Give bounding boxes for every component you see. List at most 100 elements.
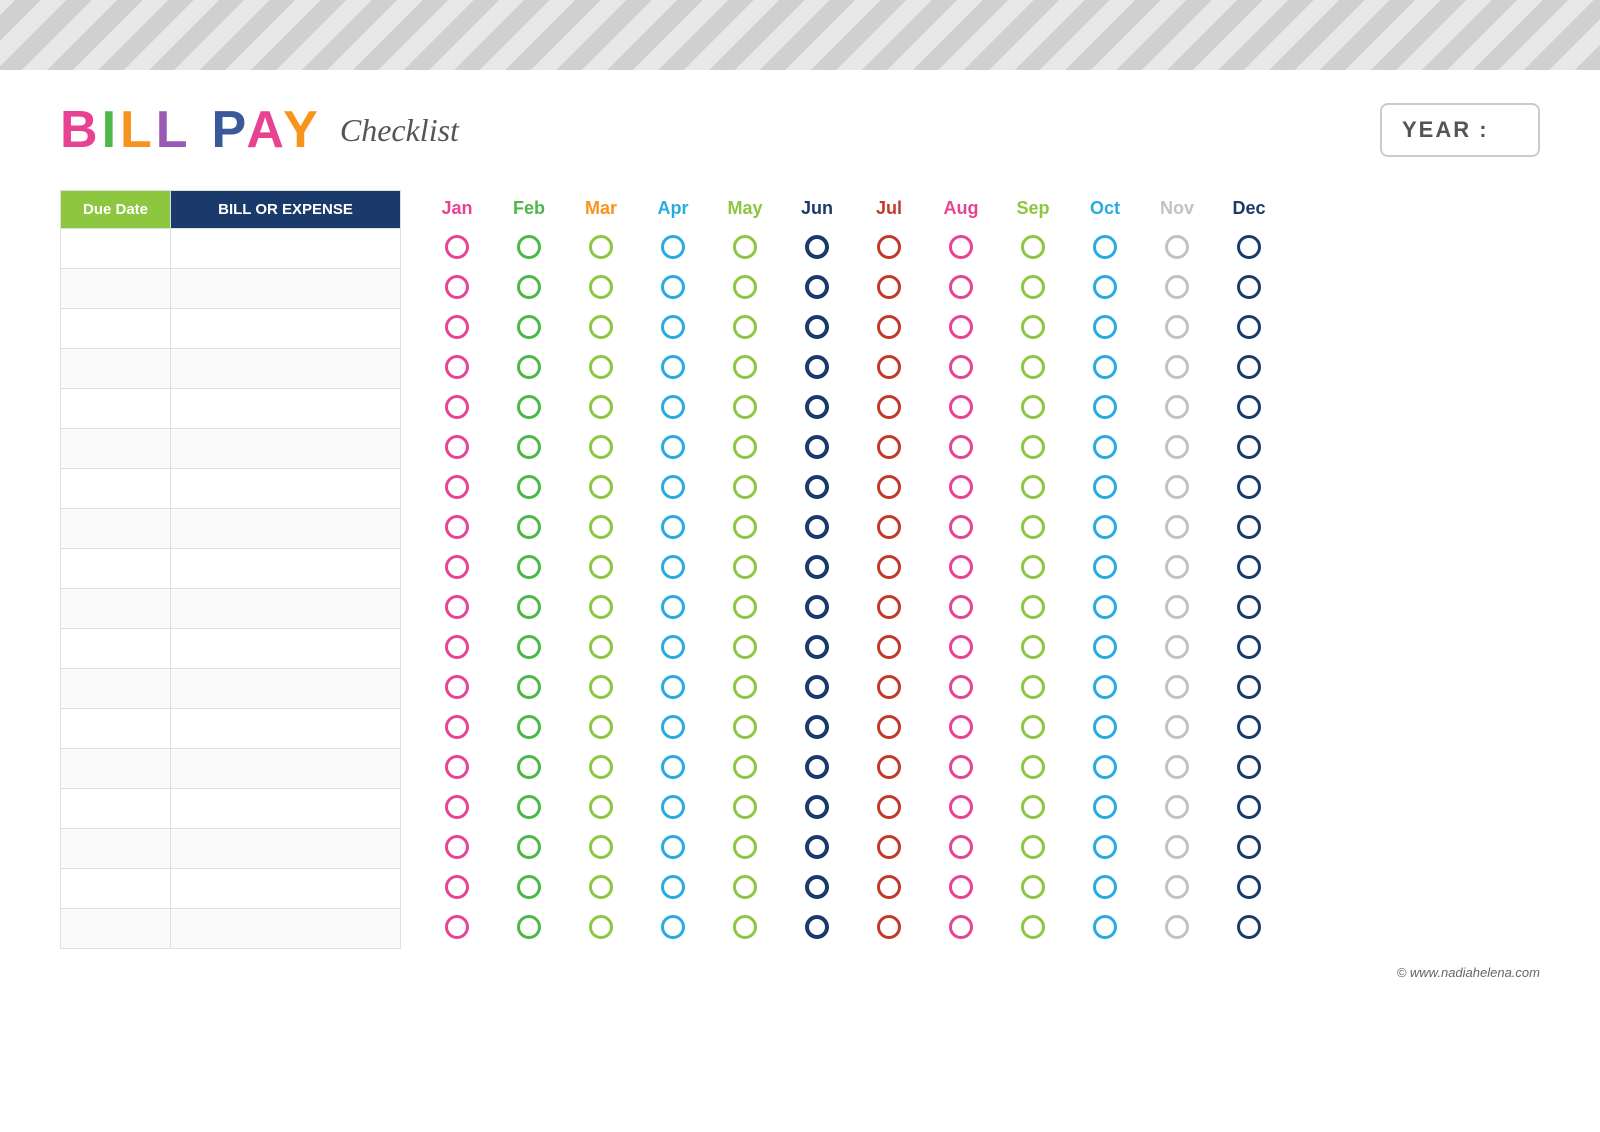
check-cell-feb[interactable] xyxy=(493,869,565,909)
circle-jan[interactable] xyxy=(445,595,469,619)
check-cell-apr[interactable] xyxy=(637,269,709,309)
check-cell-mar[interactable] xyxy=(565,309,637,349)
circle-feb[interactable] xyxy=(517,875,541,899)
check-cell-mar[interactable] xyxy=(565,469,637,509)
check-cell-jun[interactable] xyxy=(781,349,853,389)
circle-jun[interactable] xyxy=(805,755,829,779)
circle-may[interactable] xyxy=(733,595,757,619)
check-cell-jul[interactable] xyxy=(853,749,925,789)
circle-nov[interactable] xyxy=(1165,395,1189,419)
check-cell-jan[interactable] xyxy=(421,389,493,429)
check-cell-may[interactable] xyxy=(709,309,781,349)
check-cell-jun[interactable] xyxy=(781,709,853,749)
bill-expense-cell[interactable] xyxy=(171,869,401,909)
check-cell-feb[interactable] xyxy=(493,669,565,709)
circle-feb[interactable] xyxy=(517,235,541,259)
check-cell-apr[interactable] xyxy=(637,629,709,669)
circle-apr[interactable] xyxy=(661,515,685,539)
circle-dec[interactable] xyxy=(1237,395,1261,419)
check-cell-jul[interactable] xyxy=(853,709,925,749)
check-cell-mar[interactable] xyxy=(565,749,637,789)
circle-may[interactable] xyxy=(733,635,757,659)
bill-expense-cell[interactable] xyxy=(171,629,401,669)
circle-jun[interactable] xyxy=(805,915,829,939)
circle-may[interactable] xyxy=(733,315,757,339)
circle-jan[interactable] xyxy=(445,515,469,539)
check-cell-jan[interactable] xyxy=(421,829,493,869)
check-cell-jul[interactable] xyxy=(853,509,925,549)
check-cell-mar[interactable] xyxy=(565,669,637,709)
check-cell-nov[interactable] xyxy=(1141,389,1213,429)
bill-expense-cell[interactable] xyxy=(171,389,401,429)
circle-mar[interactable] xyxy=(589,475,613,499)
due-date-cell[interactable] xyxy=(61,429,171,469)
check-cell-oct[interactable] xyxy=(1069,509,1141,549)
circle-apr[interactable] xyxy=(661,915,685,939)
check-cell-jun[interactable] xyxy=(781,509,853,549)
circle-sep[interactable] xyxy=(1021,315,1045,339)
circle-oct[interactable] xyxy=(1093,835,1117,859)
circle-apr[interactable] xyxy=(661,835,685,859)
circle-jan[interactable] xyxy=(445,675,469,699)
check-cell-apr[interactable] xyxy=(637,909,709,949)
check-cell-oct[interactable] xyxy=(1069,709,1141,749)
check-cell-sep[interactable] xyxy=(997,629,1069,669)
check-cell-mar[interactable] xyxy=(565,869,637,909)
circle-oct[interactable] xyxy=(1093,675,1117,699)
check-cell-jul[interactable] xyxy=(853,349,925,389)
circle-may[interactable] xyxy=(733,435,757,459)
circle-jun[interactable] xyxy=(805,555,829,579)
circle-apr[interactable] xyxy=(661,475,685,499)
circle-nov[interactable] xyxy=(1165,635,1189,659)
circle-jun[interactable] xyxy=(805,235,829,259)
circle-nov[interactable] xyxy=(1165,715,1189,739)
bill-expense-cell[interactable] xyxy=(171,229,401,269)
circle-may[interactable] xyxy=(733,755,757,779)
check-cell-jun[interactable] xyxy=(781,669,853,709)
check-cell-oct[interactable] xyxy=(1069,629,1141,669)
check-cell-feb[interactable] xyxy=(493,909,565,949)
circle-apr[interactable] xyxy=(661,715,685,739)
check-cell-jul[interactable] xyxy=(853,469,925,509)
circle-jul[interactable] xyxy=(877,715,901,739)
check-cell-may[interactable] xyxy=(709,749,781,789)
check-cell-jul[interactable] xyxy=(853,389,925,429)
circle-aug[interactable] xyxy=(949,315,973,339)
circle-may[interactable] xyxy=(733,515,757,539)
check-cell-jan[interactable] xyxy=(421,789,493,829)
circle-aug[interactable] xyxy=(949,915,973,939)
check-cell-aug[interactable] xyxy=(925,349,997,389)
bill-expense-cell[interactable] xyxy=(171,789,401,829)
circle-sep[interactable] xyxy=(1021,715,1045,739)
circle-oct[interactable] xyxy=(1093,395,1117,419)
check-cell-nov[interactable] xyxy=(1141,829,1213,869)
circle-mar[interactable] xyxy=(589,915,613,939)
bill-expense-cell[interactable] xyxy=(171,589,401,629)
bill-expense-cell[interactable] xyxy=(171,749,401,789)
due-date-cell[interactable] xyxy=(61,349,171,389)
circle-nov[interactable] xyxy=(1165,475,1189,499)
check-cell-dec[interactable] xyxy=(1213,269,1285,309)
check-cell-jan[interactable] xyxy=(421,429,493,469)
check-cell-apr[interactable] xyxy=(637,389,709,429)
circle-feb[interactable] xyxy=(517,715,541,739)
bill-expense-cell[interactable] xyxy=(171,829,401,869)
circle-jan[interactable] xyxy=(445,355,469,379)
check-cell-may[interactable] xyxy=(709,589,781,629)
check-cell-jun[interactable] xyxy=(781,269,853,309)
circle-may[interactable] xyxy=(733,475,757,499)
check-cell-may[interactable] xyxy=(709,669,781,709)
check-cell-oct[interactable] xyxy=(1069,749,1141,789)
check-cell-nov[interactable] xyxy=(1141,269,1213,309)
check-cell-may[interactable] xyxy=(709,869,781,909)
check-cell-feb[interactable] xyxy=(493,709,565,749)
circle-jul[interactable] xyxy=(877,675,901,699)
check-cell-dec[interactable] xyxy=(1213,789,1285,829)
bill-expense-cell[interactable] xyxy=(171,269,401,309)
check-cell-jun[interactable] xyxy=(781,869,853,909)
check-cell-oct[interactable] xyxy=(1069,229,1141,269)
check-cell-apr[interactable] xyxy=(637,589,709,629)
circle-mar[interactable] xyxy=(589,235,613,259)
check-cell-jan[interactable] xyxy=(421,309,493,349)
check-cell-jan[interactable] xyxy=(421,909,493,949)
